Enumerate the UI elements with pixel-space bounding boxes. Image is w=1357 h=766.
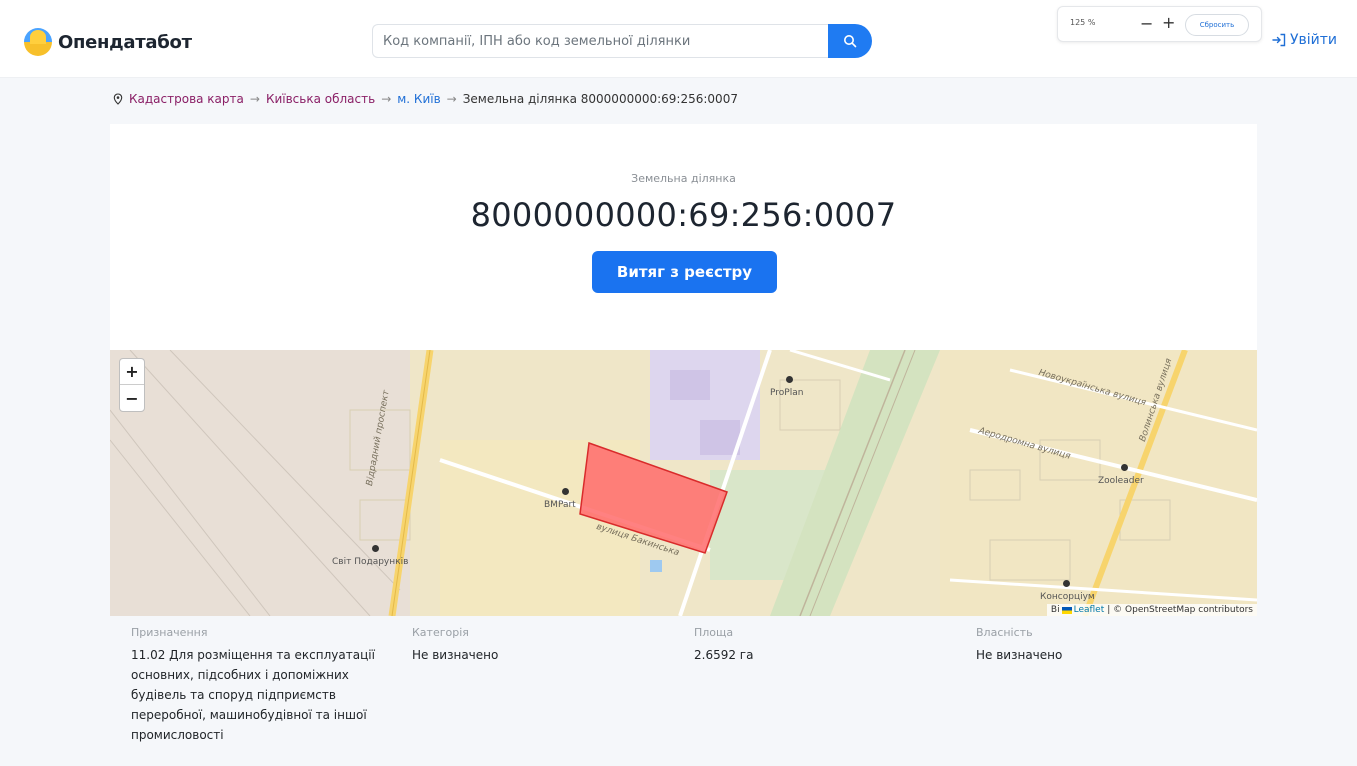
breadcrumb-separator: → bbox=[381, 92, 392, 106]
ukraine-flag-icon bbox=[1061, 606, 1072, 614]
breadcrumb-separator: → bbox=[446, 92, 457, 106]
map-zoom-control: + − bbox=[119, 358, 145, 412]
info-value: Не визначено bbox=[976, 648, 1063, 662]
breadcrumb-current: Земельна ділянка 8000000000:69:256:0007 bbox=[462, 92, 738, 106]
poi-marker-icon bbox=[562, 488, 569, 495]
login-link[interactable]: Увійти bbox=[1272, 32, 1337, 48]
info-label: Категорія bbox=[412, 626, 469, 639]
breadcrumb-separator: → bbox=[249, 92, 260, 106]
poi-label: ProPlan bbox=[770, 388, 804, 398]
logo-text: Опендатабот bbox=[58, 31, 192, 53]
breadcrumb-link-city[interactable]: м. Київ bbox=[397, 92, 440, 106]
login-label: Увійти bbox=[1290, 32, 1338, 48]
info-purpose: Призначення 11.02 Для розміщення та експ… bbox=[131, 626, 381, 766]
poi-marker-icon bbox=[1121, 464, 1128, 471]
search-bar bbox=[372, 24, 872, 58]
logo[interactable]: Опендатабот bbox=[24, 28, 192, 56]
poi-label: BMPart bbox=[544, 500, 576, 510]
browser-zoom-widget: 125 % − + Сбросить bbox=[1057, 6, 1262, 42]
info-category: Категорія Не визначено bbox=[412, 626, 662, 766]
info-area: Площа 2.6592 га bbox=[694, 626, 944, 766]
poi-marker-icon bbox=[1063, 580, 1070, 587]
info-ownership: Власність Не визначено bbox=[976, 626, 1226, 766]
info-label: Власність bbox=[976, 626, 1033, 639]
poi-marker-icon bbox=[786, 376, 793, 383]
zoom-minus-button[interactable]: − bbox=[1140, 14, 1153, 33]
zoom-plus-button[interactable]: + bbox=[1162, 13, 1175, 32]
search-button[interactable] bbox=[828, 24, 872, 58]
zoom-level: 125 % bbox=[1070, 18, 1096, 27]
info-label: Площа bbox=[694, 626, 734, 639]
logo-icon bbox=[24, 28, 52, 56]
breadcrumb: Кадастрова карта → Київська область → м.… bbox=[112, 92, 738, 106]
attribution-text: | © OpenStreetMap contributors bbox=[1107, 605, 1253, 615]
breadcrumb-link-region[interactable]: Київська область bbox=[266, 92, 375, 106]
poi-label: Zooleader bbox=[1098, 476, 1144, 486]
attribution-prefix: Bi bbox=[1050, 605, 1060, 615]
info-value: Не визначено bbox=[412, 648, 499, 662]
search-icon bbox=[844, 35, 857, 48]
map-zoom-in-button[interactable]: + bbox=[120, 359, 144, 385]
poi-label: Світ Подарунків bbox=[332, 557, 409, 567]
info-value: 2.6592 га bbox=[694, 648, 754, 662]
zoom-reset-button[interactable]: Сбросить bbox=[1185, 14, 1249, 36]
registry-extract-button[interactable]: Витяг з реєстру bbox=[592, 251, 777, 293]
breadcrumb-link-cadastral-map[interactable]: Кадастрова карта bbox=[129, 92, 244, 106]
map[interactable]: + − ProPlan BMPart Світ Подарунків Zoole… bbox=[110, 350, 1257, 616]
page-title: 8000000000:69:256:0007 bbox=[470, 196, 897, 234]
map-attribution: Bi Leaflet | © OpenStreetMap contributor… bbox=[1046, 604, 1257, 616]
location-pin-icon bbox=[113, 93, 123, 105]
search-input[interactable] bbox=[372, 24, 832, 58]
leaflet-link[interactable]: Leaflet bbox=[1074, 605, 1105, 615]
map-zoom-out-button[interactable]: − bbox=[120, 385, 144, 411]
login-icon bbox=[1272, 33, 1286, 47]
info-value: 11.02 Для розміщення та експлуатації осн… bbox=[131, 648, 375, 742]
poi-label: Консорціум bbox=[1040, 592, 1095, 602]
card-subtitle: Земельна ділянка bbox=[631, 172, 736, 185]
info-label: Призначення bbox=[131, 626, 208, 639]
parcel-card: Земельна ділянка 8000000000:69:256:0007 … bbox=[110, 124, 1257, 350]
poi-marker-icon bbox=[372, 545, 379, 552]
top-header: Опендатабот 125 % − + Сбросить Увійти bbox=[0, 0, 1357, 78]
